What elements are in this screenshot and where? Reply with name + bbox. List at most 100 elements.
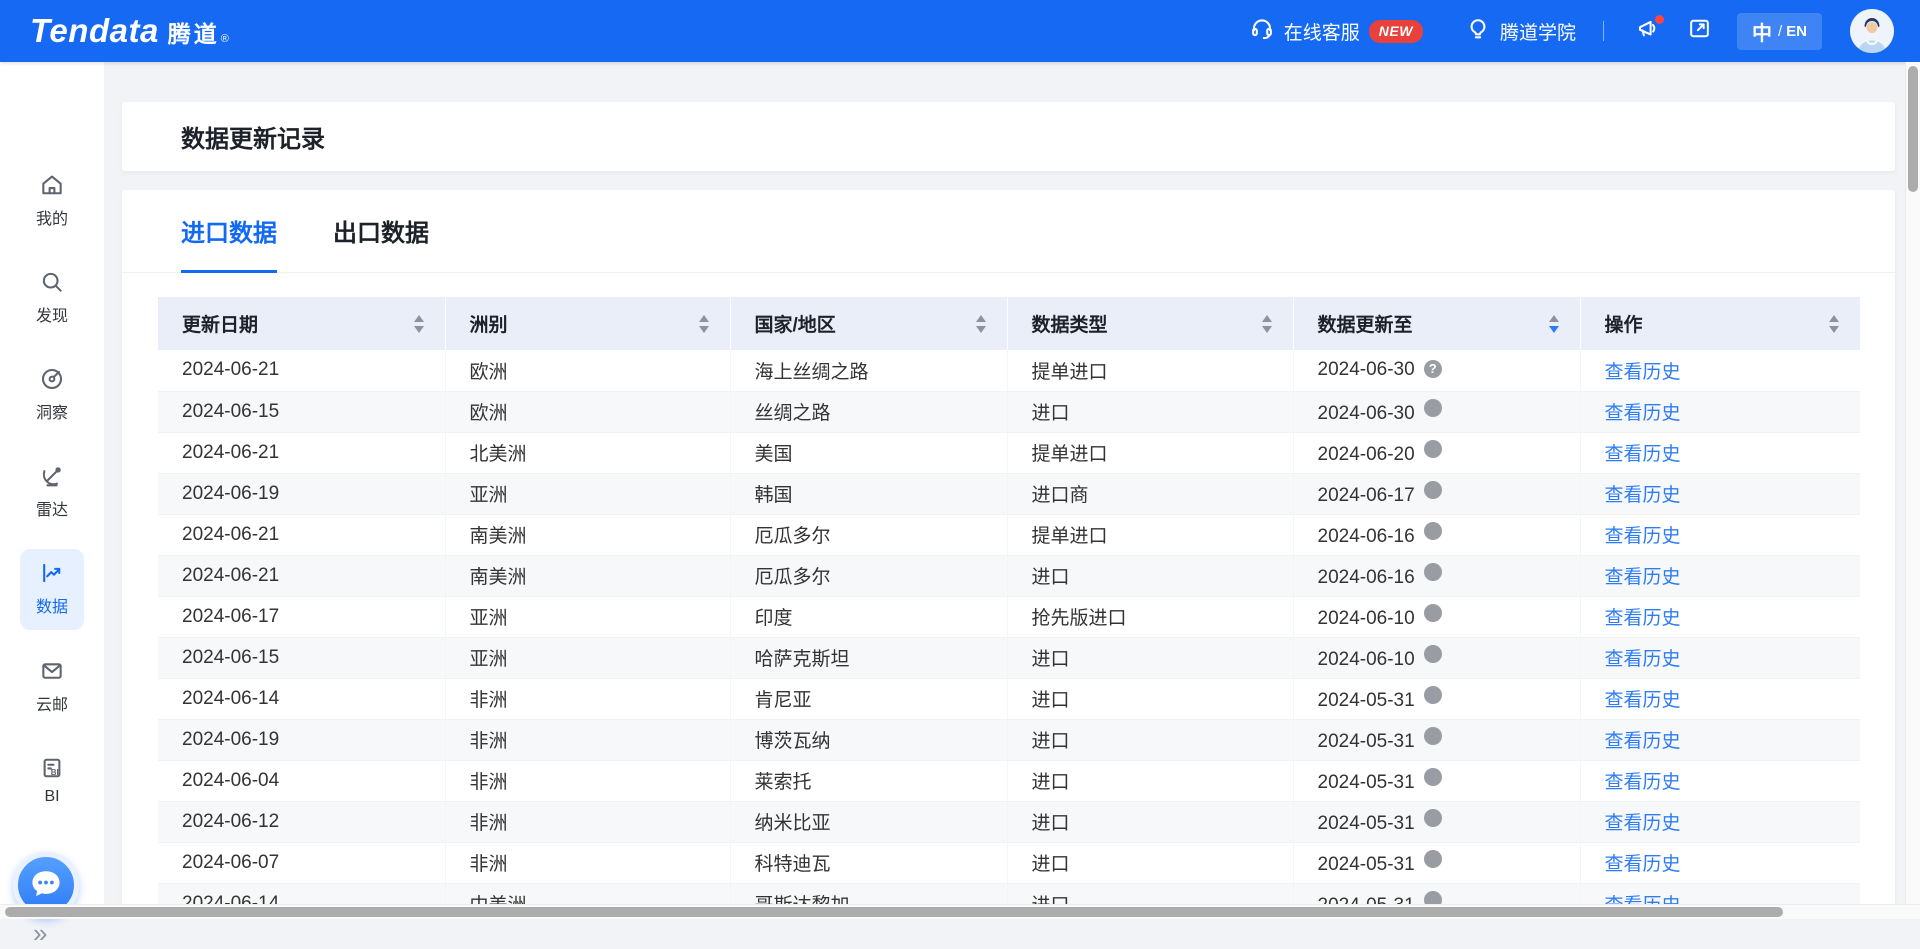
cell-country: 美国: [730, 432, 1007, 473]
headset-icon: [1249, 15, 1284, 47]
cell-country: 博茨瓦纳: [730, 719, 1007, 760]
sidebar-expand-button[interactable]: »: [33, 918, 47, 949]
help-icon[interactable]: [1424, 440, 1442, 458]
cell-continent: 亚洲: [445, 473, 730, 514]
help-icon[interactable]: [1424, 686, 1442, 704]
column-header[interactable]: 国家/地区: [730, 297, 1007, 350]
cell-continent: 亚洲: [445, 637, 730, 678]
view-history-link[interactable]: 查看历史: [1605, 526, 1681, 547]
registered-mark: ®: [221, 33, 229, 45]
bulb-icon: [1465, 15, 1500, 47]
help-icon[interactable]: [1424, 645, 1442, 663]
view-history-link[interactable]: 查看历史: [1605, 403, 1681, 424]
view-history-link[interactable]: 查看历史: [1605, 567, 1681, 588]
column-header[interactable]: 洲别: [445, 297, 730, 350]
sort-desc-icon[interactable]: [414, 326, 424, 333]
cell-updated-to: 2024-05-31: [1293, 760, 1580, 801]
cell-continent: 非洲: [445, 719, 730, 760]
sidebar-item-insight[interactable]: 洞察: [0, 366, 104, 423]
cell-continent: 非洲: [445, 760, 730, 801]
help-icon[interactable]: [1424, 399, 1442, 417]
main-content: 数据更新记录 进口数据 出口数据 更新日期 洲别 国家/地区: [104, 62, 1905, 919]
sidebar-item-search[interactable]: 发现: [0, 269, 104, 326]
cell-update-date: 2024-06-21: [158, 350, 445, 391]
sort-asc-icon[interactable]: [1829, 315, 1839, 322]
sort-desc-icon[interactable]: [699, 326, 709, 333]
horizontal-scrollbar-track[interactable]: [0, 904, 1920, 919]
help-icon[interactable]: [1424, 563, 1442, 581]
cell-country: 哈萨克斯坦: [730, 637, 1007, 678]
help-icon[interactable]: [1424, 604, 1442, 622]
help-icon[interactable]: [1424, 481, 1442, 499]
help-icon[interactable]: ?: [1424, 360, 1442, 378]
cell-data-type: 进口: [1007, 678, 1293, 719]
sort-control[interactable]: [1262, 315, 1272, 333]
data-update-table: 更新日期 洲别 国家/地区 数据类型 数据更新至: [158, 297, 1860, 919]
view-history-link[interactable]: 查看历史: [1605, 772, 1681, 793]
cell-country: 厄瓜多尔: [730, 514, 1007, 555]
view-history-link[interactable]: 查看历史: [1605, 444, 1681, 465]
user-avatar[interactable]: [1850, 9, 1894, 53]
column-header[interactable]: 更新日期: [158, 297, 445, 350]
sort-control[interactable]: [699, 315, 709, 333]
tab-export-data[interactable]: 出口数据: [333, 190, 429, 273]
sort-desc-icon[interactable]: [1549, 326, 1559, 333]
sort-desc-icon[interactable]: [1262, 326, 1272, 333]
sort-asc-icon[interactable]: [976, 315, 986, 322]
sort-control[interactable]: [414, 315, 424, 333]
brand-logo[interactable]: Tendata 腾道 ®: [30, 12, 229, 50]
view-history-link[interactable]: 查看历史: [1605, 608, 1681, 629]
cell-country: 海上丝绸之路: [730, 350, 1007, 391]
sort-control[interactable]: [976, 315, 986, 333]
sort-control[interactable]: [1829, 315, 1839, 333]
table-row: 2024-06-04 非洲 莱索托 进口 2024-05-31 查看历史: [158, 760, 1860, 801]
insight-icon: [39, 366, 65, 392]
column-header[interactable]: 数据更新至: [1293, 297, 1580, 350]
view-history-link[interactable]: 查看历史: [1605, 649, 1681, 670]
column-header[interactable]: 数据类型: [1007, 297, 1293, 350]
help-icon[interactable]: [1424, 850, 1442, 868]
cell-continent: 欧洲: [445, 350, 730, 391]
help-icon[interactable]: [1424, 522, 1442, 540]
online-service-label: 在线客服: [1284, 18, 1360, 45]
sort-desc-icon[interactable]: [1829, 326, 1839, 333]
tab-import-data[interactable]: 进口数据: [181, 190, 277, 273]
academy-link[interactable]: 腾道学院: [1465, 15, 1576, 47]
view-history-link[interactable]: 查看历史: [1605, 813, 1681, 834]
sidebar: 我的 发现 洞察 雷达 数据 云邮 BI BI »: [0, 62, 104, 919]
help-icon[interactable]: [1424, 809, 1442, 827]
horizontal-scrollbar-thumb[interactable]: [5, 907, 1783, 917]
chat-bubble-icon: [27, 864, 65, 907]
view-history-link[interactable]: 查看历史: [1605, 690, 1681, 711]
online-service-link[interactable]: 在线客服 NEW: [1249, 15, 1423, 47]
view-history-link[interactable]: 查看历史: [1605, 731, 1681, 752]
sidebar-item-radar[interactable]: 雷达: [0, 463, 104, 520]
cell-action: 查看历史: [1580, 473, 1860, 514]
sort-asc-icon[interactable]: [414, 315, 424, 322]
sort-control[interactable]: [1549, 315, 1559, 333]
cell-country: 韩国: [730, 473, 1007, 514]
language-toggle[interactable]: 中 / EN: [1737, 13, 1822, 50]
sidebar-item-home[interactable]: 我的: [0, 172, 104, 229]
cell-action: 查看历史: [1580, 801, 1860, 842]
sort-asc-icon[interactable]: [1262, 315, 1272, 322]
sidebar-item-bi[interactable]: BI BI: [0, 755, 104, 806]
column-header[interactable]: 操作: [1580, 297, 1860, 350]
vertical-scrollbar-track[interactable]: [1905, 62, 1920, 904]
sort-asc-icon[interactable]: [1549, 315, 1559, 322]
sidebar-item-mail[interactable]: 云邮: [0, 658, 104, 715]
top-navigation: 在线客服 NEW 腾道学院 中 / EN: [1249, 9, 1894, 53]
vertical-scrollbar-thumb[interactable]: [1908, 66, 1918, 192]
view-history-link[interactable]: 查看历史: [1605, 854, 1681, 875]
help-icon[interactable]: [1424, 727, 1442, 745]
sort-desc-icon[interactable]: [976, 326, 986, 333]
top-header-bar: Tendata 腾道 ® 在线客服 NEW 腾道学院 中 / EN: [0, 0, 1920, 62]
announcements-button[interactable]: [1631, 14, 1665, 48]
view-history-link[interactable]: 查看历史: [1605, 485, 1681, 506]
fullscreen-button[interactable]: [1683, 14, 1717, 48]
sidebar-item-chart[interactable]: 数据: [20, 549, 84, 630]
help-icon[interactable]: [1424, 768, 1442, 786]
cell-update-date: 2024-06-07: [158, 842, 445, 883]
sort-asc-icon[interactable]: [699, 315, 709, 322]
view-history-link[interactable]: 查看历史: [1605, 362, 1681, 383]
